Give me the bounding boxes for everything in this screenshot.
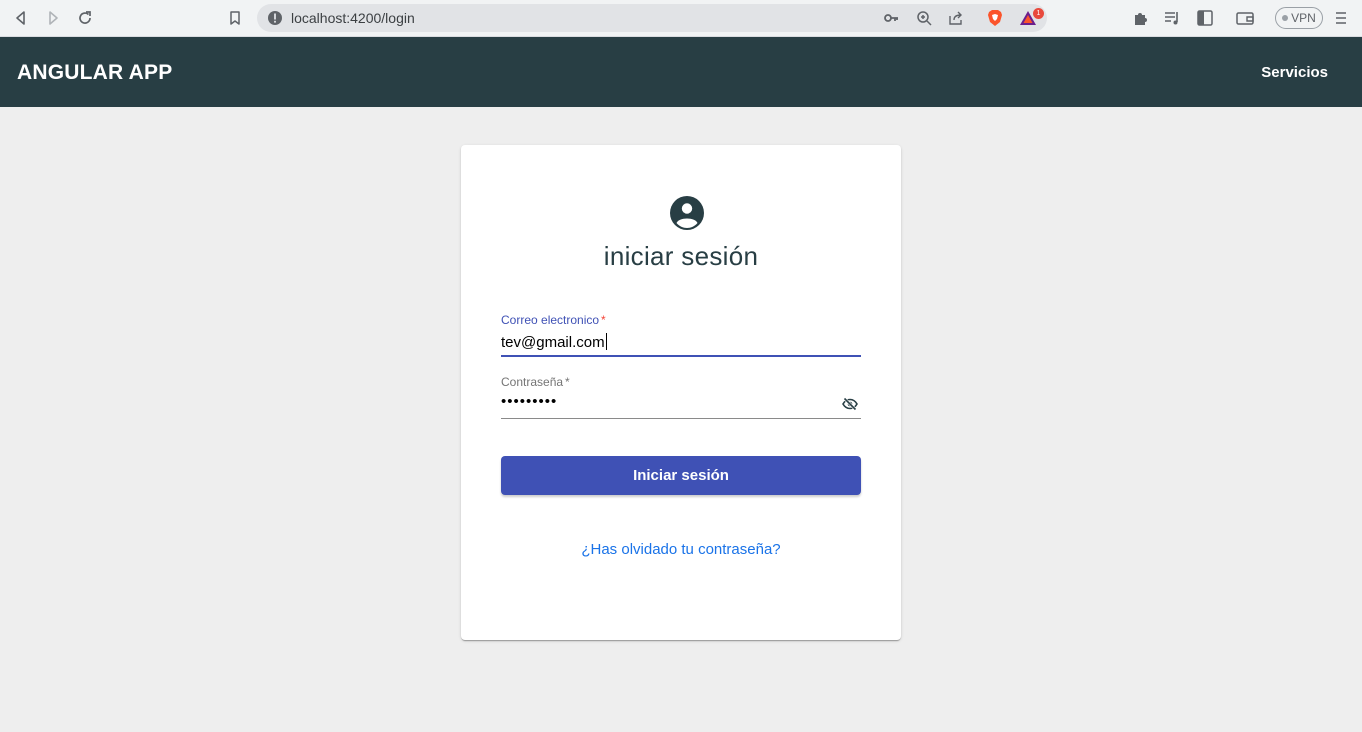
bookmark-icon[interactable] bbox=[225, 8, 245, 28]
email-input[interactable]: tev@gmail.com bbox=[501, 333, 607, 351]
app-title[interactable]: ANGULAR APP bbox=[17, 61, 172, 85]
password-input[interactable]: ••••••••• bbox=[501, 393, 557, 410]
password-field[interactable]: Contraseña * ••••••••• bbox=[501, 373, 861, 419]
forgot-password-link[interactable]: ¿Has olvidado tu contraseña? bbox=[461, 541, 901, 558]
rewards-badge: 1 bbox=[1033, 8, 1044, 19]
email-field[interactable]: Correo electronico * tev@gmail.com bbox=[501, 311, 861, 357]
share-icon[interactable] bbox=[948, 10, 964, 26]
url-text[interactable]: localhost:4200/login bbox=[291, 10, 415, 26]
vpn-status-dot bbox=[1282, 15, 1289, 21]
email-label: Correo electronico * bbox=[501, 313, 606, 327]
info-icon[interactable] bbox=[267, 10, 283, 26]
key-icon[interactable] bbox=[883, 10, 899, 26]
reload-icon[interactable] bbox=[75, 8, 95, 28]
extensions-icon[interactable] bbox=[1132, 9, 1150, 27]
login-card: iniciar sesión Correo electronico * tev@g… bbox=[461, 145, 901, 640]
email-underline bbox=[501, 355, 861, 357]
vpn-button[interactable]: VPN bbox=[1275, 7, 1323, 29]
login-submit-button[interactable]: Iniciar sesión bbox=[501, 456, 861, 495]
wallet-icon[interactable] bbox=[1236, 9, 1254, 27]
login-title: iniciar sesión bbox=[603, 241, 759, 271]
sidebar-icon[interactable] bbox=[1196, 9, 1214, 27]
browser-toolbar: localhost:4200/login 1 VPN bbox=[0, 0, 1362, 37]
nav-link-servicios[interactable]: Servicios bbox=[1261, 64, 1328, 81]
app-toolbar: ANGULAR APP Servicios bbox=[0, 37, 1362, 107]
password-label: Contraseña * bbox=[501, 375, 570, 389]
visibility-off-icon[interactable] bbox=[842, 396, 858, 412]
vpn-label: VPN bbox=[1291, 11, 1316, 25]
account-circle-icon bbox=[670, 196, 704, 230]
forward-icon[interactable] bbox=[43, 8, 63, 28]
playlist-icon[interactable] bbox=[1164, 9, 1182, 27]
password-underline bbox=[501, 418, 861, 419]
zoom-icon[interactable] bbox=[916, 10, 932, 26]
back-icon[interactable] bbox=[11, 8, 31, 28]
text-caret bbox=[605, 333, 607, 350]
brave-shield-icon[interactable] bbox=[986, 9, 1004, 27]
address-bar[interactable]: localhost:4200/login bbox=[257, 4, 1047, 32]
menu-icon[interactable] bbox=[1332, 9, 1350, 27]
